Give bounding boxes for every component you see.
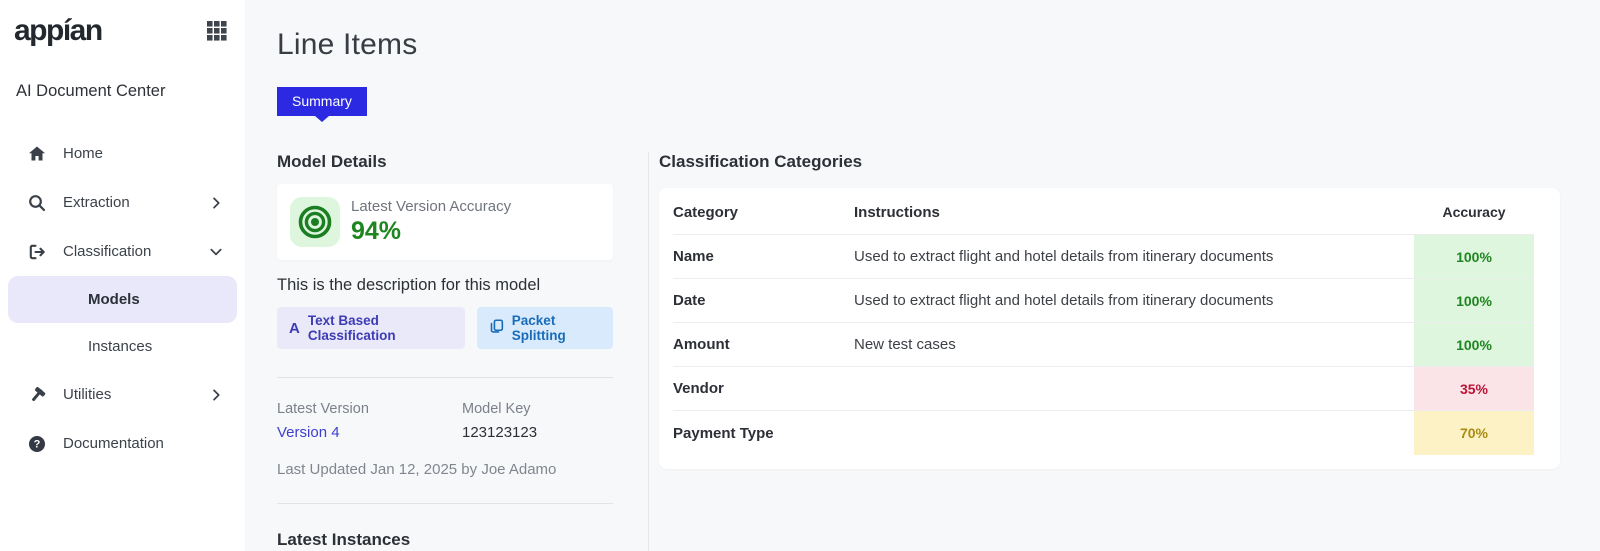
sidebar-item-home[interactable]: Home <box>0 129 245 178</box>
tag-text-based-classification: A Text Based Classification <box>277 307 465 349</box>
search-icon <box>28 194 46 212</box>
categories-table: Category Instructions Accuracy Name Used… <box>659 188 1560 469</box>
svg-text:?: ? <box>34 438 41 450</box>
accuracy-cell: 100% <box>1414 279 1534 322</box>
instructions-cell: Used to extract flight and hotel details… <box>854 248 1274 265</box>
app-title: AI Document Center <box>16 82 166 100</box>
hammer-icon <box>28 386 46 404</box>
last-updated-text: Last Updated Jan 12, 2025 by Joe Adamo <box>277 461 557 478</box>
model-key-label: Model Key <box>462 401 531 417</box>
classification-categories-heading: Classification Categories <box>659 152 863 171</box>
table-row: Name Used to extract flight and hotel de… <box>673 235 1534 279</box>
model-description: This is the description for this model <box>277 276 541 294</box>
sidebar-item-classification[interactable]: Classification <box>0 227 245 276</box>
tag-packet-splitting: Packet Splitting <box>476 307 613 349</box>
column-header-category: Category <box>673 203 739 221</box>
accuracy-cell: 100% <box>1414 323 1534 366</box>
category-cell: Date <box>673 292 706 309</box>
sidebar-item-documentation[interactable]: ? Documentation <box>0 419 245 468</box>
classification-export-icon <box>28 243 46 261</box>
sidebar-nav: Home Extraction Classification Models In <box>0 129 245 468</box>
page-title: Line Items <box>277 28 418 61</box>
category-cell: Vendor <box>673 380 724 397</box>
home-icon <box>28 145 46 163</box>
category-cell: Payment Type <box>673 424 774 442</box>
bullseye-icon <box>290 197 340 247</box>
classification-categories-panel: Classification Categories Category Instr… <box>648 152 1560 551</box>
tag-label: Text Based Classification <box>307 313 396 343</box>
app-launcher-grid-icon[interactable] <box>207 21 227 41</box>
category-cell: Name <box>673 248 714 265</box>
chevron-down-icon <box>209 245 223 259</box>
model-info: Latest Version Version 4 Model Key 12312… <box>277 401 613 441</box>
model-tags: A Text Based Classification Packet Split… <box>277 307 613 349</box>
table-row: Vendor 35% <box>673 367 1534 411</box>
main-content: Line Items Summary Model Details Latest … <box>245 0 1600 551</box>
sidebar: appían AI Document Center Home Extractio… <box>0 0 245 551</box>
sidebar-item-extraction[interactable]: Extraction <box>0 178 245 227</box>
table-header-row: Category Instructions Accuracy <box>673 190 1534 235</box>
table-row: Date Used to extract flight and hotel de… <box>673 279 1534 323</box>
table-row: Payment Type 70% <box>673 411 1534 455</box>
model-key-value: 123123123 <box>462 424 538 441</box>
sidebar-item-label: Home <box>63 145 104 162</box>
table-row: Amount New test cases 100% <box>673 323 1534 367</box>
latest-version-link[interactable]: Version 4 <box>277 424 462 441</box>
model-details-panel: Model Details Latest Version Accuracy 94… <box>277 152 613 551</box>
sidebar-item-label: Documentation <box>63 435 164 452</box>
instructions-cell <box>854 367 1414 410</box>
latest-instances-heading: Latest Instances <box>277 530 411 549</box>
sidebar-item-label: Utilities <box>63 386 112 403</box>
question-circle-icon: ? <box>28 435 46 453</box>
accuracy-cell: 100% <box>1414 235 1534 278</box>
accuracy-stat-card: Latest Version Accuracy 94% <box>277 184 613 260</box>
appian-logo: appían <box>14 14 103 47</box>
accuracy-cell: 35% <box>1414 367 1534 410</box>
model-details-heading: Model Details <box>277 152 387 171</box>
sidebar-item-utilities[interactable]: Utilities <box>0 370 245 419</box>
sidebar-item-instances[interactable]: Instances <box>8 323 237 370</box>
sidebar-item-label: Extraction <box>63 194 130 211</box>
tab-summary[interactable]: Summary <box>277 87 367 122</box>
accuracy-value: 94% <box>351 217 402 245</box>
accuracy-label: Latest Version Accuracy <box>351 198 512 215</box>
sidebar-item-label: Instances <box>88 338 153 355</box>
tag-label: Packet Splitting <box>511 313 566 343</box>
sidebar-item-models[interactable]: Models <box>8 276 237 323</box>
category-cell: Amount <box>673 336 730 353</box>
copy-pages-icon <box>489 319 504 337</box>
instructions-cell: New test cases <box>854 336 956 353</box>
letter-a-icon: A <box>289 319 300 337</box>
divider <box>277 503 613 504</box>
chevron-right-icon <box>209 196 223 210</box>
column-header-accuracy: Accuracy <box>1442 204 1506 220</box>
instructions-cell <box>854 411 1414 455</box>
column-header-instructions: Instructions <box>854 203 940 221</box>
instructions-cell: Used to extract flight and hotel details… <box>854 292 1274 309</box>
latest-version-label: Latest Version <box>277 401 369 417</box>
divider <box>277 377 613 378</box>
sidebar-item-label: Models <box>88 291 140 308</box>
accuracy-cell: 70% <box>1414 411 1534 455</box>
chevron-right-icon <box>209 388 223 402</box>
sidebar-item-label: Classification <box>63 243 152 260</box>
